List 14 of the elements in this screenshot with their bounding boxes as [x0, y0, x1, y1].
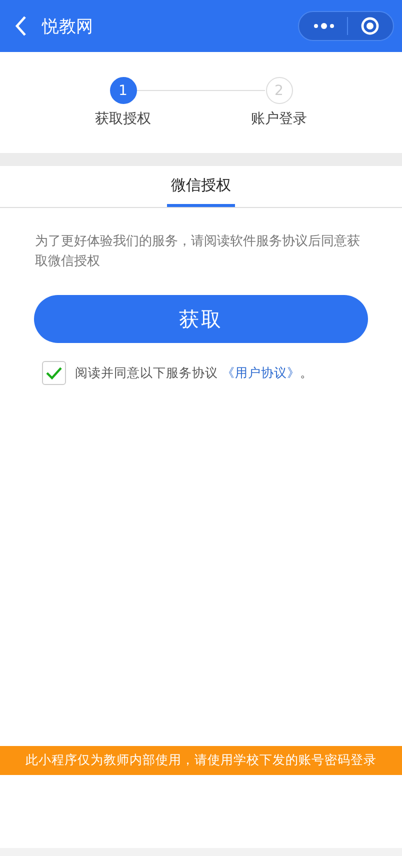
more-icon[interactable] — [313, 22, 335, 30]
get-button[interactable]: 获取 — [34, 295, 368, 343]
checkmark-icon — [45, 366, 63, 380]
step-number: 1 — [110, 77, 136, 104]
agreement-text: 阅读并同意以下服务协议 — [75, 364, 218, 382]
intro-text: 为了更好体验我们的服务，请阅读软件服务协议后同意获取微信授权 — [34, 233, 361, 271]
period-text: 。 — [300, 364, 313, 382]
nav-title: 悦教网 — [42, 16, 94, 38]
checkbox[interactable] — [42, 361, 66, 385]
agreement-link[interactable]: 《用户协议》 — [222, 364, 300, 382]
back-icon[interactable] — [14, 15, 28, 37]
notice-bar: 此小程序仅为教师内部使用，请使用学校下发的账号密码登录 — [0, 746, 402, 775]
step-label: 获取授权 — [95, 110, 151, 128]
step-label: 账户登录 — [251, 110, 307, 128]
